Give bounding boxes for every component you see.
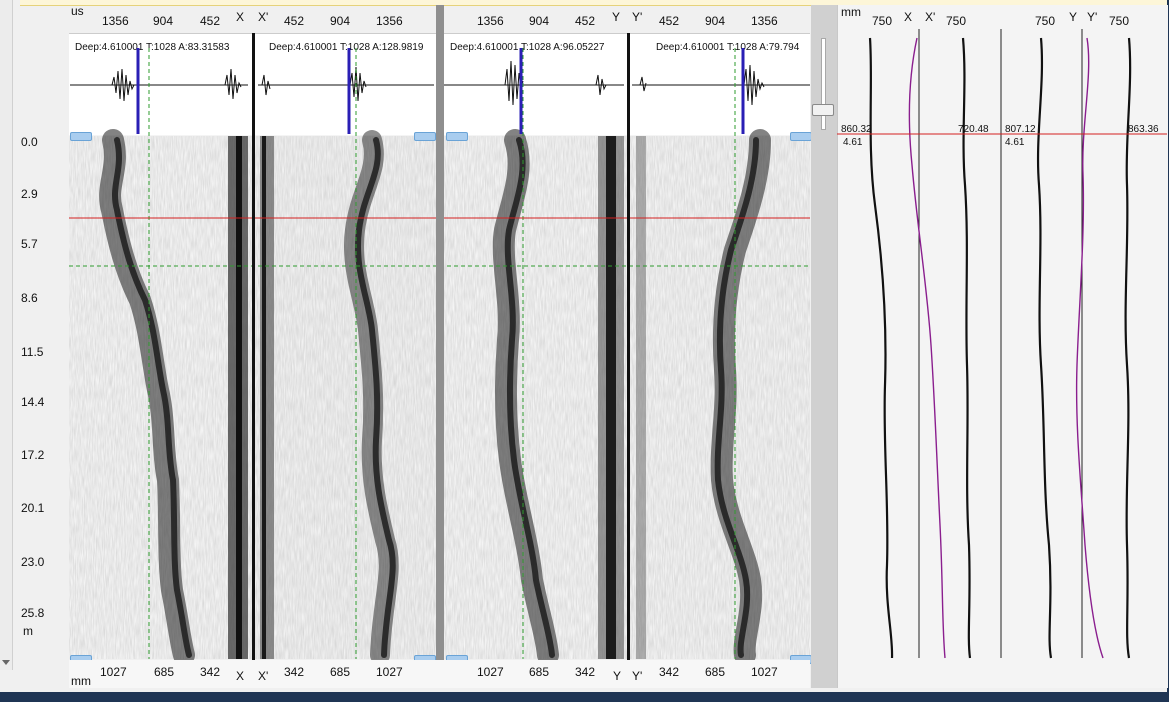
profile-readout-depth-left: 4.61 xyxy=(843,137,863,148)
panel-splitter[interactable] xyxy=(436,5,444,688)
profile-readout-xp: 720.48 xyxy=(958,124,989,135)
zoom-slider-thumb[interactable] xyxy=(812,104,834,116)
bottom-tick-y: 1027 xyxy=(477,665,504,679)
bottom-tick-xp: 685 xyxy=(330,665,351,679)
bottom-tick-xp: 1027 xyxy=(376,665,403,679)
range-handle-top-left[interactable] xyxy=(70,132,92,141)
bottom-tick-x: 342 xyxy=(200,665,221,679)
profile-readout-y: 807.12 xyxy=(1005,124,1036,135)
bottom-tick-y: 685 xyxy=(529,665,550,679)
bottom-tick-yp: 1027 xyxy=(751,665,778,679)
profile-curve-y xyxy=(1036,37,1053,659)
bottom-channel-xp: X' xyxy=(258,669,269,683)
bottom-tick-x: 685 xyxy=(154,665,175,679)
bottom-tick-xp: 342 xyxy=(284,665,305,679)
profile-readout-depth-right: 4.61 xyxy=(1005,137,1025,148)
range-handle-top-mid[interactable] xyxy=(414,132,436,141)
distance-unit-label: mm xyxy=(71,674,91,688)
bottom-channel-x: X xyxy=(236,669,245,683)
range-handle-top-right[interactable] xyxy=(790,132,812,141)
profile-readout-x: 860.32 xyxy=(841,124,872,135)
range-handle-top-mid2[interactable] xyxy=(446,132,468,141)
bottom-channel-yp: Y' xyxy=(632,669,643,683)
profile-curve-yp xyxy=(1075,37,1104,659)
bottom-tick-yp: 685 xyxy=(705,665,726,679)
profile-readout-yp: 863.36 xyxy=(1128,124,1159,135)
bottom-axis xyxy=(69,660,810,688)
channel-divider-y xyxy=(627,33,630,660)
bottom-tick-y: 342 xyxy=(575,665,596,679)
channel-divider-x xyxy=(252,33,255,660)
zoom-slider-track[interactable] xyxy=(821,38,826,130)
profile-curve-xp xyxy=(908,37,946,659)
bottom-tick-yp: 342 xyxy=(659,665,680,679)
bottom-channel-y: Y xyxy=(613,669,622,683)
acoustic-log-viewer: 0.0 2.9 5.7 8.6 11.5 14.4 17.2 20.1 23.0… xyxy=(0,0,1169,702)
bottom-tick-x: 1027 xyxy=(100,665,127,679)
profile-curves xyxy=(837,29,1167,659)
profile-curve-x xyxy=(868,37,894,659)
